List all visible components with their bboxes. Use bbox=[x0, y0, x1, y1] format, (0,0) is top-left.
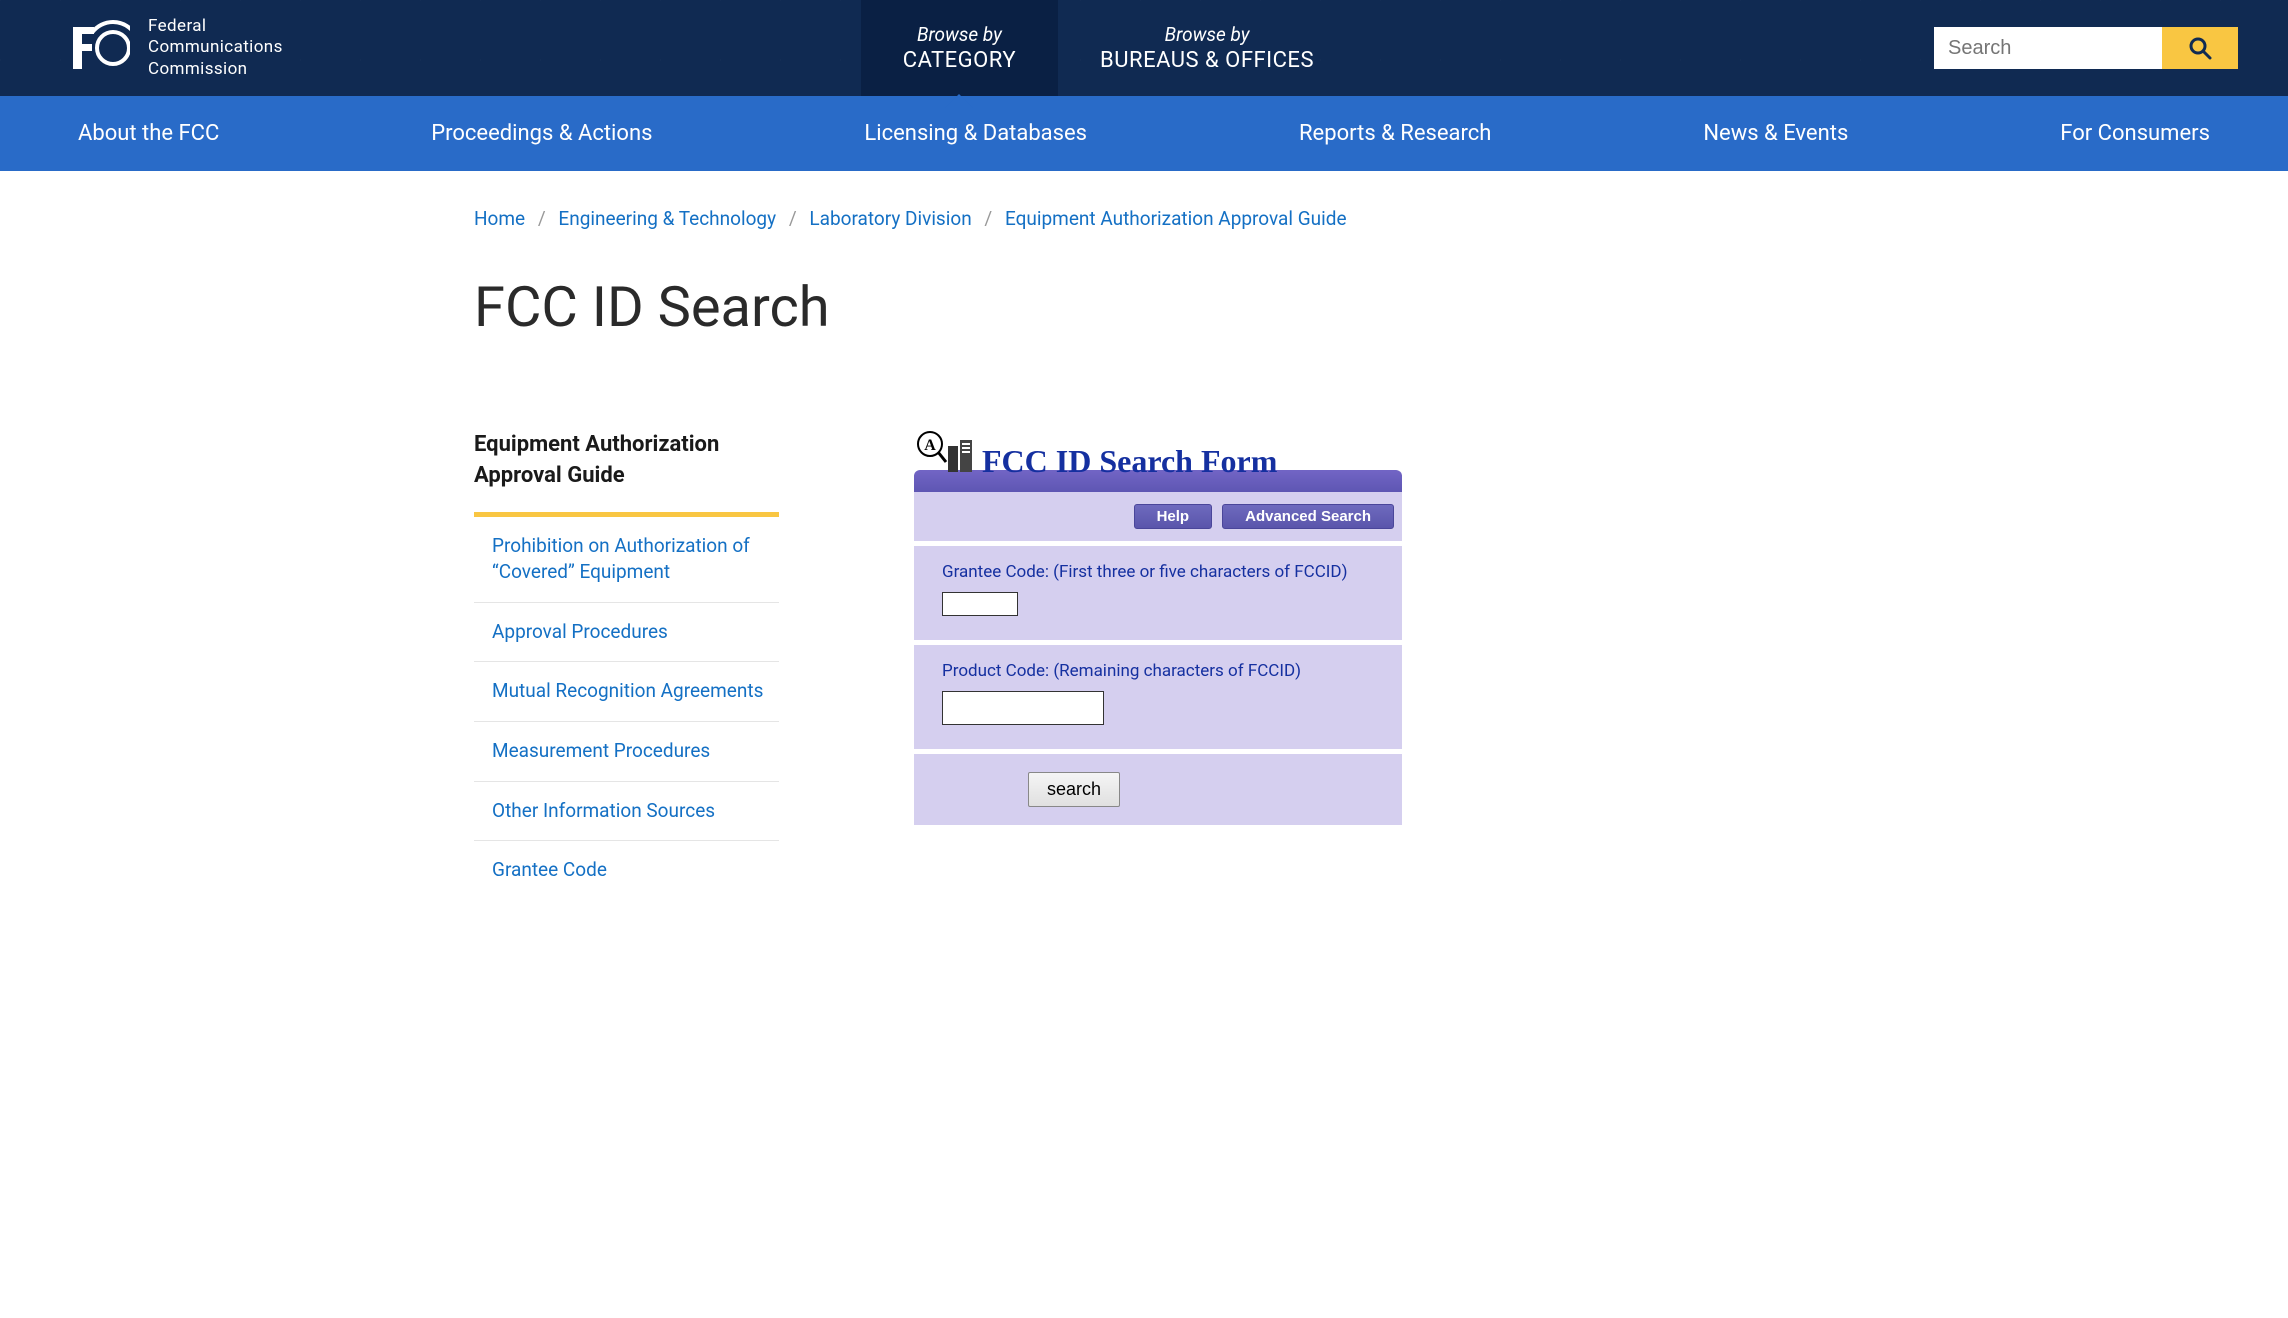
product-code-input[interactable] bbox=[942, 691, 1104, 725]
browse-tabs: Browse by CATEGORY Browse by BUREAUS & O… bbox=[861, 0, 1356, 96]
breadcrumb-engineering[interactable]: Engineering & Technology bbox=[558, 207, 776, 230]
logo-text: Federal Communications Commission bbox=[148, 16, 283, 80]
breadcrumb-guide[interactable]: Equipment Authorization Approval Guide bbox=[1005, 207, 1347, 230]
search-box bbox=[1934, 27, 2238, 69]
breadcrumb-separator: / bbox=[789, 207, 797, 230]
grantee-code-block: Grantee Code: (First three or five chara… bbox=[914, 546, 1402, 640]
page-title: FCC ID Search bbox=[474, 274, 1814, 340]
fcc-logo-icon bbox=[70, 19, 130, 77]
svg-text:A: A bbox=[924, 437, 936, 454]
sidebar-link[interactable]: Grantee Code bbox=[492, 858, 607, 881]
breadcrumb-separator: / bbox=[538, 207, 546, 230]
org-line-3: Commission bbox=[148, 59, 283, 80]
search-area bbox=[1934, 0, 2288, 96]
form-help-row: Help Advanced Search bbox=[914, 492, 1402, 541]
browse-by-category-tab[interactable]: Browse by CATEGORY bbox=[861, 0, 1058, 96]
sidebar-list: Prohibition on Authorization of “Covered… bbox=[474, 517, 779, 900]
content: Home / Engineering & Technology / Labora… bbox=[474, 171, 1814, 900]
nav-consumers[interactable]: For Consumers bbox=[2060, 121, 2210, 146]
sidebar-item-grantee[interactable]: Grantee Code bbox=[474, 841, 779, 900]
search-icon bbox=[2188, 36, 2212, 60]
form-title: FCC ID Search Form bbox=[982, 443, 1277, 480]
sidebar-link[interactable]: Measurement Procedures bbox=[492, 739, 710, 762]
browse-by-bureaus-tab[interactable]: Browse by BUREAUS & OFFICES bbox=[1058, 0, 1356, 96]
advanced-search-button[interactable]: Advanced Search bbox=[1222, 504, 1394, 529]
breadcrumb-separator: / bbox=[984, 207, 992, 230]
nav-news[interactable]: News & Events bbox=[1703, 121, 1848, 146]
top-header: Federal Communications Commission Browse… bbox=[0, 0, 2288, 96]
submit-button[interactable]: search bbox=[1028, 772, 1120, 807]
logo-area[interactable]: Federal Communications Commission bbox=[0, 0, 283, 96]
grantee-code-input[interactable] bbox=[942, 592, 1018, 616]
search-button[interactable] bbox=[2162, 27, 2238, 69]
org-line-1: Federal bbox=[148, 16, 283, 37]
sidebar-item-approval[interactable]: Approval Procedures bbox=[474, 603, 779, 663]
nav-licensing[interactable]: Licensing & Databases bbox=[864, 121, 1087, 146]
grantee-code-label: Grantee Code: (First three or five chara… bbox=[942, 562, 1386, 582]
sidebar-header: Equipment Authorization Approval Guide bbox=[474, 430, 779, 517]
browse-label: Browse by bbox=[917, 23, 1002, 46]
sidebar-item-other[interactable]: Other Information Sources bbox=[474, 782, 779, 842]
nav-reports[interactable]: Reports & Research bbox=[1299, 121, 1491, 146]
product-code-label: Product Code: (Remaining characters of F… bbox=[942, 661, 1386, 681]
browse-label: Browse by bbox=[1165, 23, 1250, 46]
product-code-block: Product Code: (Remaining characters of F… bbox=[914, 645, 1402, 749]
nav-proceedings[interactable]: Proceedings & Actions bbox=[431, 121, 652, 146]
browse-category-value: CATEGORY bbox=[903, 48, 1016, 73]
sidebar-link[interactable]: Other Information Sources bbox=[492, 799, 715, 822]
org-line-2: Communications bbox=[148, 37, 283, 58]
help-button[interactable]: Help bbox=[1134, 504, 1213, 529]
fcc-id-search-form: A FCC ID Search Form Help Advanced Searc… bbox=[914, 430, 1402, 900]
main-layout: Equipment Authorization Approval Guide P… bbox=[474, 430, 1814, 900]
search-input[interactable] bbox=[1934, 27, 2162, 69]
submit-block: search bbox=[914, 754, 1402, 825]
breadcrumb-home[interactable]: Home bbox=[474, 207, 525, 230]
magnifier-document-icon: A bbox=[914, 430, 978, 474]
breadcrumb-laboratory[interactable]: Laboratory Division bbox=[809, 207, 971, 230]
nav-about[interactable]: About the FCC bbox=[78, 121, 219, 146]
form-title-row: A FCC ID Search Form bbox=[914, 430, 1402, 474]
sidebar-link[interactable]: Approval Procedures bbox=[492, 620, 668, 643]
main-nav: About the FCC Proceedings & Actions Lice… bbox=[0, 96, 2288, 171]
sidebar-link[interactable]: Mutual Recognition Agreements bbox=[492, 679, 763, 702]
sidebar-item-prohibition[interactable]: Prohibition on Authorization of “Covered… bbox=[474, 517, 779, 603]
browse-bureaus-value: BUREAUS & OFFICES bbox=[1100, 48, 1314, 73]
sidebar-item-measurement[interactable]: Measurement Procedures bbox=[474, 722, 779, 782]
sidebar-item-mutual[interactable]: Mutual Recognition Agreements bbox=[474, 662, 779, 722]
sidebar: Equipment Authorization Approval Guide P… bbox=[474, 430, 779, 900]
breadcrumb: Home / Engineering & Technology / Labora… bbox=[474, 207, 1814, 230]
sidebar-link[interactable]: Prohibition on Authorization of “Covered… bbox=[492, 534, 750, 584]
